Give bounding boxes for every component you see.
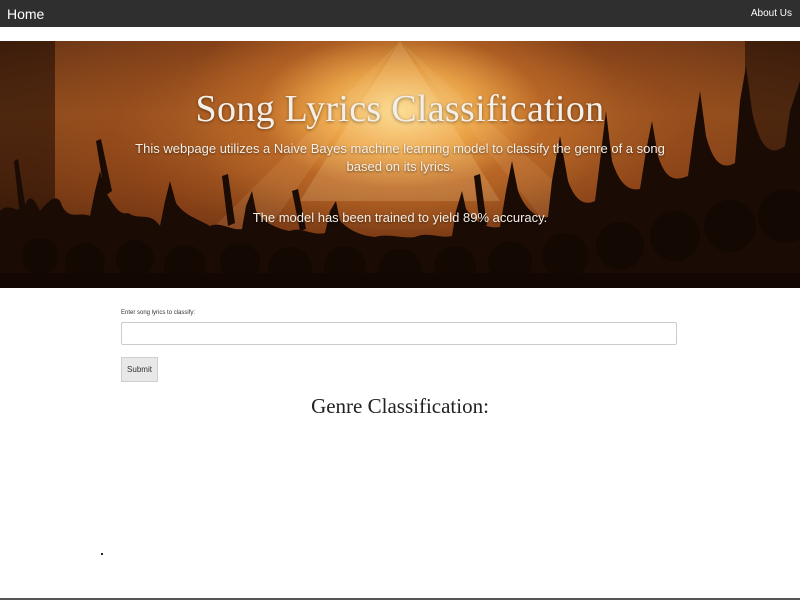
stray-dot xyxy=(101,553,103,555)
submit-button[interactable]: Submit xyxy=(121,357,158,382)
nav-about-link[interactable]: About Us xyxy=(751,8,792,19)
hero-title: Song Lyrics Classification xyxy=(195,88,605,130)
hero-accuracy-note: The model has been trained to yield 89% … xyxy=(252,210,548,225)
top-navbar: Home About Us xyxy=(0,0,800,27)
lyrics-input-label: Enter song lyrics to classify: xyxy=(121,310,196,316)
genre-classification-heading: Genre Classification: xyxy=(311,394,489,418)
lyrics-input[interactable] xyxy=(121,322,677,345)
nav-home-link[interactable]: Home xyxy=(7,6,44,22)
hero-description: This webpage utilizes a Naive Bayes mach… xyxy=(135,141,665,174)
hero-banner: Song Lyrics Classification This webpage … xyxy=(0,41,800,288)
